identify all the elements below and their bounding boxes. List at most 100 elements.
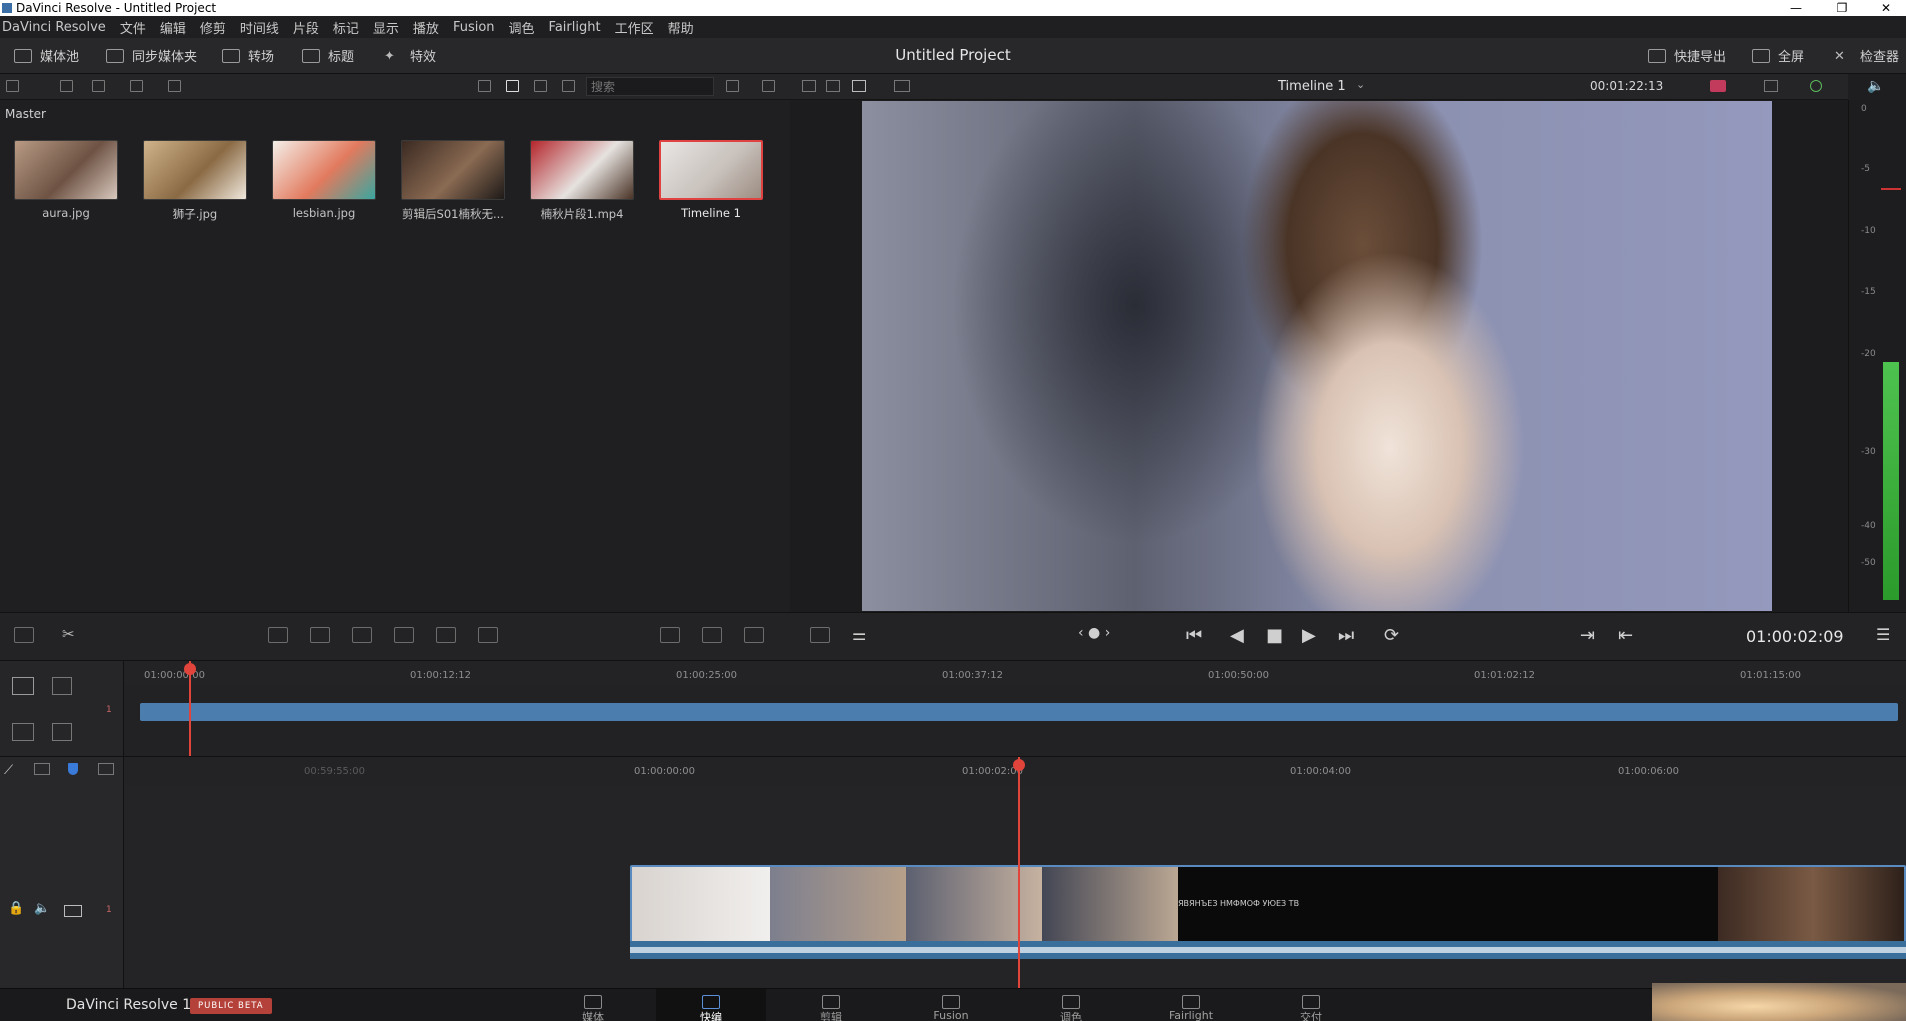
safe-area-icon[interactable]: [810, 627, 830, 643]
menu-davinci[interactable]: DaVinci Resolve: [2, 20, 106, 35]
camera-icon[interactable]: [1710, 80, 1726, 92]
page-tab-fusion[interactable]: Fusion: [896, 989, 1006, 1021]
track-visibility-icon[interactable]: [64, 905, 82, 917]
film-icon[interactable]: [852, 80, 866, 92]
titles-button[interactable]: 标题: [302, 46, 354, 65]
source-overwrite-icon[interactable]: [478, 627, 498, 643]
skip-to-end-icon[interactable]: ⏭: [1338, 625, 1354, 646]
audio-settings-icon[interactable]: ⚌: [852, 625, 866, 644]
scissors-icon[interactable]: ✂: [62, 625, 75, 643]
media-pool-button[interactable]: 媒体池: [14, 46, 79, 65]
snap-icon[interactable]: ⟋: [4, 763, 13, 778]
thumbnail-view-icon[interactable]: [506, 80, 519, 92]
page-tab-deliver[interactable]: 交付: [1256, 989, 1366, 1021]
clip-item[interactable]: aura.jpg: [13, 140, 119, 220]
append-icon[interactable]: [310, 627, 330, 643]
menu-icon[interactable]: ☰: [1876, 625, 1890, 644]
trim-tool-icon[interactable]: [52, 677, 72, 695]
effects-button[interactable]: ✦ 特效: [384, 46, 436, 66]
page-tab-edit[interactable]: 剪辑: [776, 989, 886, 1021]
audio-waveform[interactable]: [630, 941, 1906, 959]
close-up-icon[interactable]: [394, 627, 414, 643]
menu-timeline[interactable]: 时间线: [240, 18, 279, 37]
menu-help[interactable]: 帮助: [668, 18, 694, 37]
playhead-handle[interactable]: [1013, 759, 1025, 771]
quick-export-button[interactable]: 快捷导出: [1648, 46, 1726, 65]
place-on-top-icon[interactable]: [436, 627, 456, 643]
flag-icon[interactable]: [68, 763, 78, 775]
clip-item[interactable]: 剪辑后S01楠秋无...: [400, 140, 506, 222]
chevron-down-icon[interactable]: ⌄: [1356, 78, 1365, 91]
smart-insert-icon[interactable]: [268, 627, 288, 643]
panel-toggle-icon[interactable]: [6, 80, 19, 92]
current-timecode[interactable]: 01:00:02:09: [1746, 627, 1844, 646]
prev-marker-icon[interactable]: ‹ ● ›: [1078, 625, 1110, 641]
fullscreen-button[interactable]: 全屏: [1752, 46, 1804, 65]
media-search-input[interactable]: [586, 77, 714, 96]
page-tab-media[interactable]: 媒体: [538, 989, 648, 1021]
minimize-button[interactable]: —: [1776, 0, 1816, 16]
filmstrip-view-icon[interactable]: [534, 80, 547, 92]
undo-icon[interactable]: [762, 80, 775, 92]
clip-item[interactable]: 狮子.jpg: [142, 140, 248, 222]
viewer-frame[interactable]: [862, 101, 1772, 611]
stop-icon[interactable]: ■: [1266, 625, 1283, 646]
marker-icon[interactable]: [98, 763, 114, 775]
menu-edit[interactable]: 编辑: [160, 18, 186, 37]
restore-button[interactable]: ❐: [1822, 0, 1862, 16]
audio-icon[interactable]: 🔈: [34, 901, 50, 916]
menu-color[interactable]: 调色: [509, 18, 535, 37]
clip-viewer-icon[interactable]: [802, 80, 816, 92]
page-tab-cut[interactable]: 快编: [656, 989, 766, 1021]
lock-icon[interactable]: 🔒: [8, 901, 24, 916]
page-tab-color[interactable]: 调色: [1016, 989, 1126, 1021]
lower-playhead[interactable]: [1013, 757, 1025, 989]
new-bin-icon[interactable]: [60, 80, 73, 92]
sort-icon[interactable]: [726, 80, 739, 92]
menu-playback[interactable]: 播放: [413, 18, 439, 37]
playhead-handle[interactable]: [184, 663, 196, 675]
viewer-size-icon[interactable]: [894, 80, 910, 92]
dynamic-trim-icon[interactable]: [702, 627, 722, 643]
audio-track-height-icon[interactable]: [52, 723, 72, 741]
transform-icon[interactable]: [744, 627, 764, 643]
menu-workspace[interactable]: 工作区: [615, 18, 654, 37]
upper-ruler[interactable]: 01:00:00:00 01:00:12:12 01:00:25:00 01:0…: [124, 661, 1906, 685]
timeline-name[interactable]: Timeline 1: [1278, 79, 1346, 94]
clip-item[interactable]: 楠秋片段1.mp4: [529, 140, 635, 222]
ripple-overwrite-icon[interactable]: [352, 627, 372, 643]
sync-bin-button[interactable]: 同步媒体夹: [106, 46, 197, 65]
menu-file[interactable]: 文件: [120, 18, 146, 37]
timeline-options-icon[interactable]: [14, 627, 34, 643]
menu-fairlight[interactable]: Fairlight: [549, 20, 601, 35]
linked-selection-icon[interactable]: [34, 763, 50, 775]
menu-trim[interactable]: 修剪: [200, 18, 226, 37]
split-clip-icon[interactable]: [660, 627, 680, 643]
clip-item[interactable]: lesbian.jpg: [271, 140, 377, 220]
page-tab-fairlight[interactable]: Fairlight: [1136, 989, 1246, 1021]
list-view-icon[interactable]: [562, 80, 575, 92]
track-height-icon[interactable]: [12, 723, 34, 741]
menu-fusion[interactable]: Fusion: [453, 20, 495, 35]
link-icon[interactable]: [168, 80, 181, 92]
skip-to-start-icon[interactable]: ⏮: [1186, 625, 1202, 646]
play-icon[interactable]: ▶: [1302, 625, 1316, 646]
bypass-icon[interactable]: [1810, 80, 1822, 92]
menu-clip[interactable]: 片段: [293, 18, 319, 37]
speaker-icon[interactable]: 🔈: [1867, 78, 1884, 94]
mark-in-icon[interactable]: ⇥: [1580, 625, 1595, 646]
refresh-icon[interactable]: [130, 80, 143, 92]
video-clip[interactable]: ЯВЯНЪЕЗ НМФМОФ УЮЕЗ ТВ: [630, 865, 1906, 949]
transitions-button[interactable]: 转场: [222, 46, 274, 65]
loop-icon[interactable]: ⟳: [1384, 625, 1399, 646]
upper-playhead[interactable]: [184, 661, 196, 757]
timeline-clip-item[interactable]: Timeline 1: [658, 140, 764, 220]
upper-timeline-clip[interactable]: [140, 703, 1898, 721]
inspector-button[interactable]: ✕ 检查器: [1834, 46, 1899, 66]
menu-mark[interactable]: 标记: [333, 18, 359, 37]
mark-out-icon[interactable]: ⇤: [1618, 625, 1633, 646]
source-viewer-icon[interactable]: [826, 80, 840, 92]
metadata-view-icon[interactable]: [478, 80, 491, 92]
close-button[interactable]: ✕: [1866, 0, 1906, 16]
menu-view[interactable]: 显示: [373, 18, 399, 37]
